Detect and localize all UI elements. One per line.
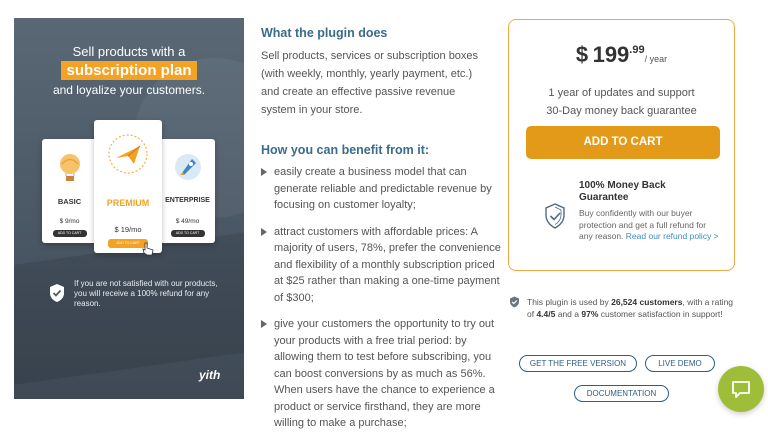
plan-name: BASIC xyxy=(57,197,82,206)
plan-card-basic: BASIC $ 9/mo ADD TO CART xyxy=(42,139,97,243)
refund-policy-link[interactable]: Read our refund policy > xyxy=(626,231,719,241)
stats-and: and a xyxy=(555,309,582,319)
triangle-bullet-icon xyxy=(261,227,267,236)
price-period: / year xyxy=(644,54,668,64)
benefit-text: give your customers the opportunity to t… xyxy=(274,318,495,429)
list-item: give your customers the opportunity to t… xyxy=(261,316,501,432)
list-item: easily create a business model that can … xyxy=(261,164,501,214)
balloon-icon xyxy=(59,154,80,181)
benefit-text: easily create a business model that can … xyxy=(274,166,492,211)
plan-name: ENTERPRISE xyxy=(165,197,210,204)
price: $ 199.99/ year xyxy=(509,42,734,68)
price-amount: 199 xyxy=(592,42,630,67)
plan-add-to-cart: ADD TO CART xyxy=(170,230,205,237)
triangle-bullet-icon xyxy=(261,320,267,328)
shield-check-icon xyxy=(545,203,565,229)
triangle-bullet-icon xyxy=(261,168,267,176)
chat-button[interactable] xyxy=(718,366,764,412)
feature-guarantee: 30-Day money back guarantee xyxy=(546,105,697,117)
rocket-icon xyxy=(174,154,201,180)
usage-stats: This plugin is used by 26,524 customers,… xyxy=(527,296,737,320)
cursor-hand-icon xyxy=(142,242,154,256)
pricing-box: $ 199.99/ year 1 year of updates and sup… xyxy=(508,19,735,271)
documentation-button[interactable]: DOCUMENTATION xyxy=(574,385,669,402)
shield-check-icon xyxy=(50,284,64,302)
what-heading: What the plugin does xyxy=(261,26,388,40)
yith-logo: yith xyxy=(199,368,221,382)
list-item: attract customers with affordable prices… xyxy=(261,224,501,307)
free-version-button[interactable]: GET THE FREE VERSION xyxy=(519,355,637,372)
money-back-title: 100% Money Back Guarantee xyxy=(579,180,666,203)
plan-add-to-cart: ADD TO CART xyxy=(52,230,87,237)
stats-rating: 4.4/5 xyxy=(536,309,556,319)
plan-price: $ 19/mo xyxy=(114,225,142,234)
plugin-description: What the plugin does Sell products, serv… xyxy=(261,26,501,429)
price-currency: $ xyxy=(575,42,589,67)
shield-check-icon xyxy=(510,296,519,308)
what-text: Sell products, services or subscription … xyxy=(261,50,479,116)
promo-headline-line1: Sell products with a xyxy=(72,44,186,59)
live-demo-button[interactable]: LIVE DEMO xyxy=(645,355,715,372)
plan-card-enterprise: ENTERPRISE $ 49/mo ADD TO CART xyxy=(160,139,215,243)
benefit-heading: How you can benefit from it: xyxy=(261,143,430,157)
promo-image: Sell products with a subscription plan a… xyxy=(14,18,244,399)
promo-guarantee-text: If you are not satisfied with our produc… xyxy=(74,279,218,308)
airplane-icon xyxy=(108,134,148,174)
benefit-list: easily create a business model that can … xyxy=(261,164,501,442)
stats-suffix: customer satisfaction in support! xyxy=(598,309,723,319)
plan-price: $ 49/mo xyxy=(175,218,200,225)
plan-name: PREMIUM xyxy=(106,198,150,208)
benefit-text: attract customers with affordable prices… xyxy=(274,225,501,304)
stats-customers: 26,524 customers xyxy=(611,297,683,307)
chat-bubble-icon xyxy=(732,381,750,398)
promo-headline-line3: and loyalize your customers. xyxy=(52,83,206,97)
money-back-text: Buy confidently with our buyer protectio… xyxy=(579,208,719,243)
price-cents: .99 xyxy=(629,44,645,56)
add-to-cart-button[interactable]: ADD TO CART xyxy=(526,126,720,159)
feature-updates: 1 year of updates and support xyxy=(548,87,695,99)
stats-prefix: This plugin is used by xyxy=(527,297,612,307)
stats-satisfaction: 97% xyxy=(581,309,599,319)
promo-headline-highlight: subscription plan xyxy=(61,61,197,80)
plan-card-premium: PREMIUM $ 19/mo ADD TO CART xyxy=(94,120,162,256)
plan-price: $ 9/mo xyxy=(59,218,80,225)
